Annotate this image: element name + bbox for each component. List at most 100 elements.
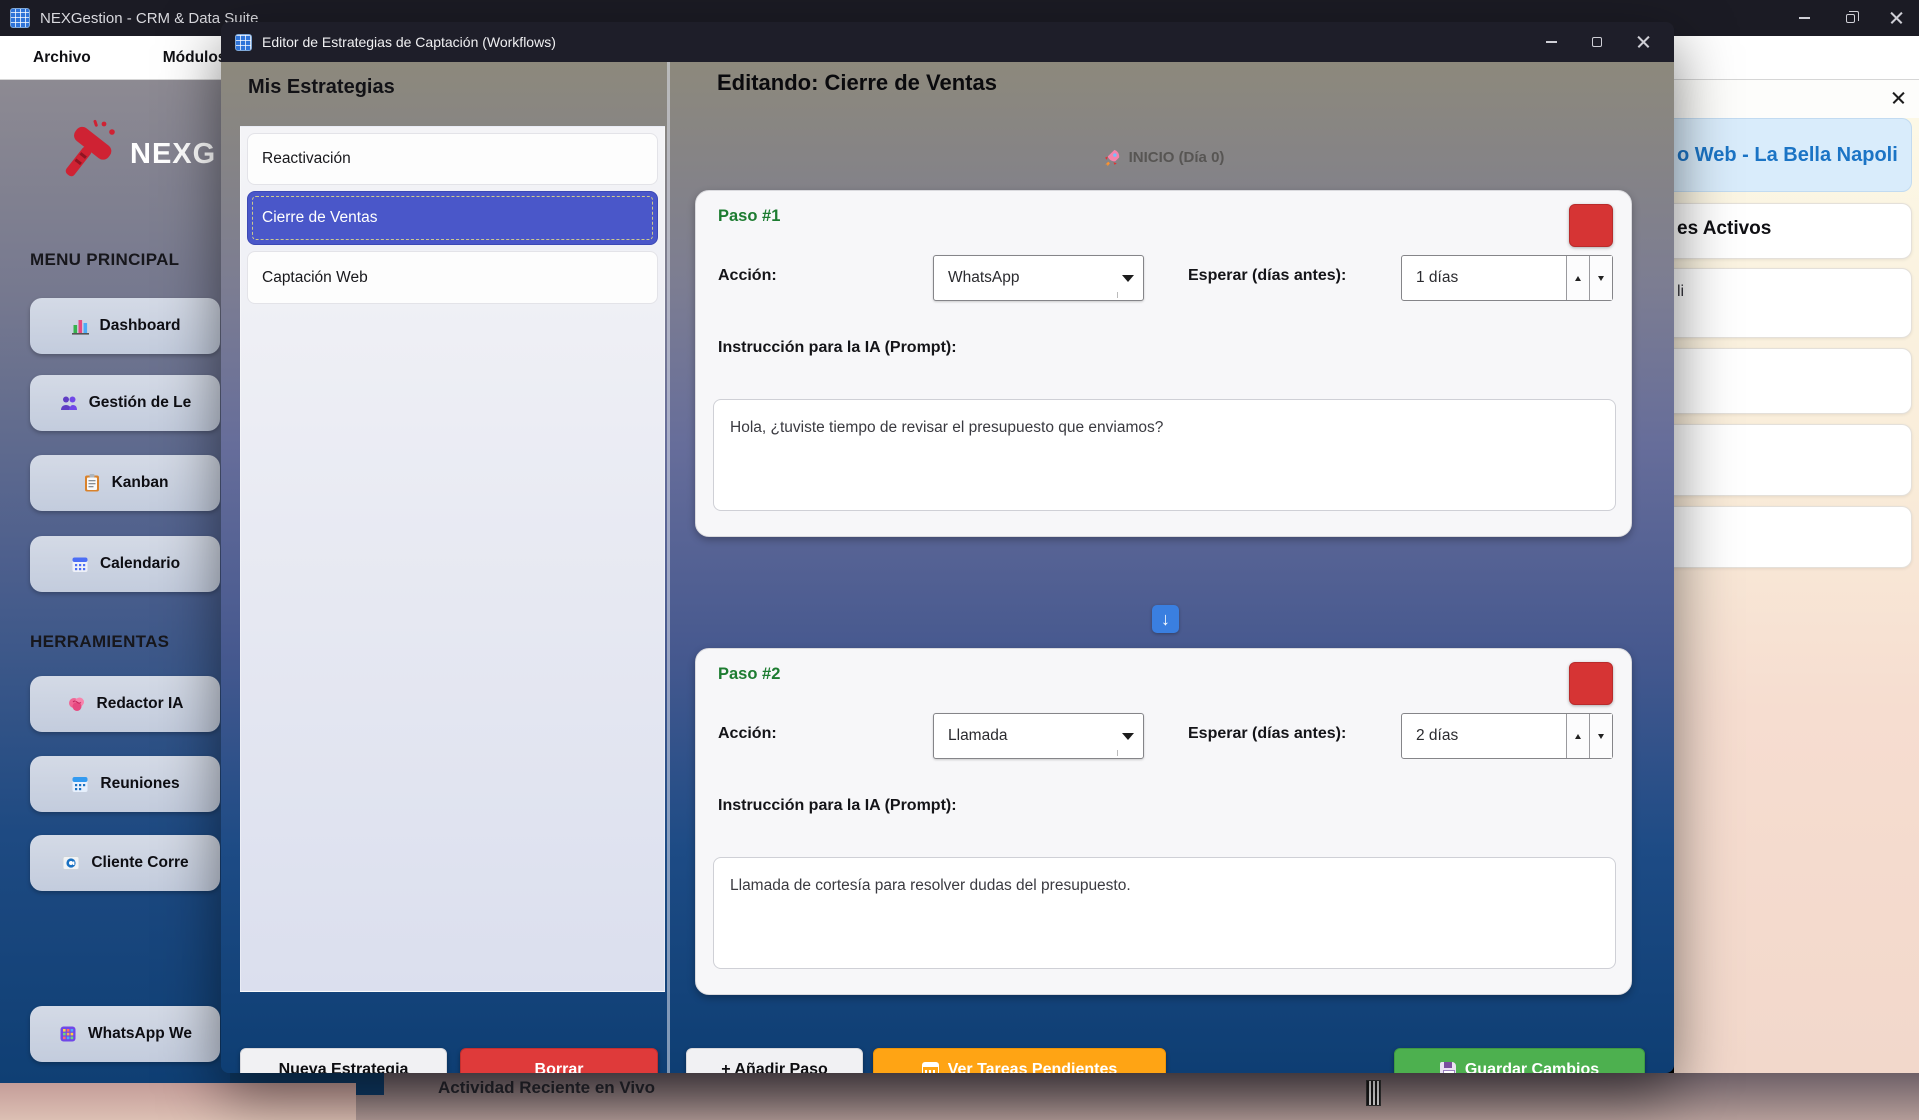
sidebar-item-kanban[interactable]: Kanban	[30, 455, 220, 511]
prompt-label: Instrucción para la IA (Prompt):	[718, 339, 957, 357]
prompt-label: Instrucción para la IA (Prompt):	[718, 797, 957, 815]
strategy-item-captacion-web[interactable]: Captación Web	[247, 251, 658, 304]
spinner-up-button[interactable]	[1566, 256, 1589, 300]
dialog-app-icon	[235, 34, 252, 51]
strategy-label: Captación Web	[262, 269, 368, 287]
dialog-minimize-button[interactable]	[1528, 22, 1574, 62]
step-card-1: Paso #1 Acción: WhatsApp Esperar (días a…	[695, 190, 1632, 537]
wait-label: Esperar (días antes):	[1188, 267, 1346, 285]
sidebar-item-label: Calendario	[100, 555, 180, 573]
new-strategy-button[interactable]: Nueva Estrategia	[240, 1048, 447, 1073]
flow-start-label: INICIO (Día 0)	[695, 148, 1632, 167]
menu-modulos[interactable]: Módulos	[163, 49, 227, 67]
strategy-item-reactivacion[interactable]: Reactivación	[247, 133, 658, 185]
action-select[interactable]: WhatsApp	[933, 255, 1144, 301]
spinner-down-button[interactable]	[1589, 256, 1612, 300]
dialog-title: Editor de Estrategias de Captación (Work…	[262, 34, 556, 50]
minimize-icon	[1799, 17, 1810, 19]
strategies-heading: Mis Estrategias	[248, 76, 395, 99]
combo-notch	[1117, 750, 1141, 756]
dialog-body: Mis Estrategias Reactivación Cierre de V…	[221, 62, 1674, 1073]
sidebar: NEXG MENU PRINCIPAL Dashboard Gestión de…	[0, 80, 230, 1083]
main-restore-button[interactable]	[1827, 0, 1873, 36]
hammer-logo-icon	[60, 118, 118, 190]
sidebar-item-calendario[interactable]: Calendario	[30, 536, 220, 592]
save-icon	[1440, 1062, 1456, 1073]
strategy-label: Cierre de Ventas	[262, 209, 377, 227]
delete-strategy-button[interactable]: Borrar	[460, 1048, 658, 1073]
wait-value: 1 días	[1402, 256, 1566, 300]
close-icon	[1637, 36, 1650, 49]
close-icon	[1890, 12, 1903, 25]
wait-value: 2 días	[1402, 714, 1566, 758]
sidebar-item-whatsapp-web[interactable]: WhatsApp We	[30, 1006, 220, 1062]
list-item[interactable]	[1660, 424, 1912, 496]
workflow-editor-dialog: Editor de Estrategias de Captación (Work…	[221, 22, 1674, 1073]
right-panel-banner: o Web - La Bella Napoli	[1660, 118, 1912, 192]
dialog-maximize-button[interactable]	[1574, 22, 1620, 62]
save-changes-button[interactable]: Guardar Cambios	[1394, 1048, 1645, 1073]
barcode-icon	[1366, 1080, 1381, 1106]
chevron-down-icon	[1122, 733, 1134, 740]
list-item[interactable]	[1660, 348, 1912, 414]
main-close-button[interactable]	[1873, 0, 1919, 36]
wait-days-spinner[interactable]: 1 días	[1401, 255, 1613, 301]
app-icon	[10, 8, 30, 28]
sidebar-item-gestion-leads[interactable]: Gestión de Le	[30, 375, 220, 431]
minimize-icon	[1546, 41, 1557, 43]
sidebar-item-reuniones[interactable]: Reuniones	[30, 756, 220, 812]
strategy-item-cierre-de-ventas[interactable]: Cierre de Ventas	[247, 191, 658, 245]
sidebar-item-label: Gestión de Le	[89, 394, 192, 412]
spinner-down-button[interactable]	[1589, 714, 1612, 758]
sidebar-item-dashboard[interactable]: Dashboard	[30, 298, 220, 354]
rocket-icon	[1103, 148, 1122, 167]
bottom-left-strip	[0, 1083, 356, 1120]
brand-logo: NEXG	[60, 118, 240, 190]
sidebar-section-main: MENU PRINCIPAL	[30, 250, 179, 270]
combo-notch	[1117, 292, 1141, 298]
grid-icon	[58, 1024, 78, 1044]
banner-text: o Web - La Bella Napoli	[1677, 144, 1898, 167]
view-tasks-button[interactable]: Ver Tareas Pendientes	[873, 1048, 1166, 1073]
delete-step-button[interactable]	[1569, 204, 1613, 247]
action-select[interactable]: Llamada	[933, 713, 1144, 759]
sidebar-item-redactor-ia[interactable]: Redactor IA	[30, 676, 220, 732]
main-minimize-button[interactable]	[1781, 0, 1827, 36]
sidebar-item-label: WhatsApp We	[88, 1025, 192, 1043]
prompt-textarea[interactable]: Llamada de cortesía para resolver dudas …	[713, 857, 1616, 969]
delete-step-button[interactable]	[1569, 662, 1613, 705]
strategy-label: Reactivación	[262, 150, 351, 168]
mail-icon	[61, 853, 81, 873]
bar-chart-icon	[70, 316, 90, 336]
sidebar-item-label: Dashboard	[100, 317, 181, 335]
calendar-icon	[922, 1062, 939, 1074]
up-arrow-icon	[1575, 276, 1581, 281]
action-label: Acción:	[718, 267, 777, 285]
wait-days-spinner[interactable]: 2 días	[1401, 713, 1613, 759]
sidebar-item-label: Reuniones	[100, 775, 179, 793]
save-changes-label: Guardar Cambios	[1465, 1061, 1599, 1073]
close-icon	[1892, 92, 1905, 105]
spinner-up-button[interactable]	[1566, 714, 1589, 758]
dialog-titlebar: Editor de Estrategias de Captación (Work…	[221, 22, 1674, 62]
sidebar-item-label: Kanban	[112, 474, 169, 492]
list-item[interactable]	[1660, 506, 1912, 568]
desktop: NEXGestion - CRM & Data Suite Archivo Mó…	[0, 0, 1919, 1120]
prompt-textarea[interactable]: Hola, ¿tuviste tiempo de revisar el pres…	[713, 399, 1616, 511]
menu-archivo[interactable]: Archivo	[33, 49, 91, 67]
panel-close-button[interactable]	[1888, 88, 1908, 108]
card-header-text: es Activos	[1677, 218, 1911, 240]
clipboard-icon	[82, 473, 102, 493]
sidebar-item-cliente-correo[interactable]: Cliente Corre	[30, 835, 220, 891]
calendar-icon	[70, 554, 90, 574]
dialog-close-button[interactable]	[1620, 22, 1666, 62]
action-value: Llamada	[948, 727, 1007, 745]
restore-icon	[1846, 14, 1855, 23]
list-item[interactable]: li	[1660, 268, 1912, 338]
add-step-button[interactable]: + Añadir Paso	[686, 1048, 863, 1073]
right-panel-background	[1674, 118, 1919, 1073]
view-tasks-label: Ver Tareas Pendientes	[948, 1061, 1118, 1073]
panel-sash[interactable]	[667, 62, 670, 1073]
down-arrow-icon	[1598, 276, 1604, 281]
action-value: WhatsApp	[948, 269, 1020, 287]
